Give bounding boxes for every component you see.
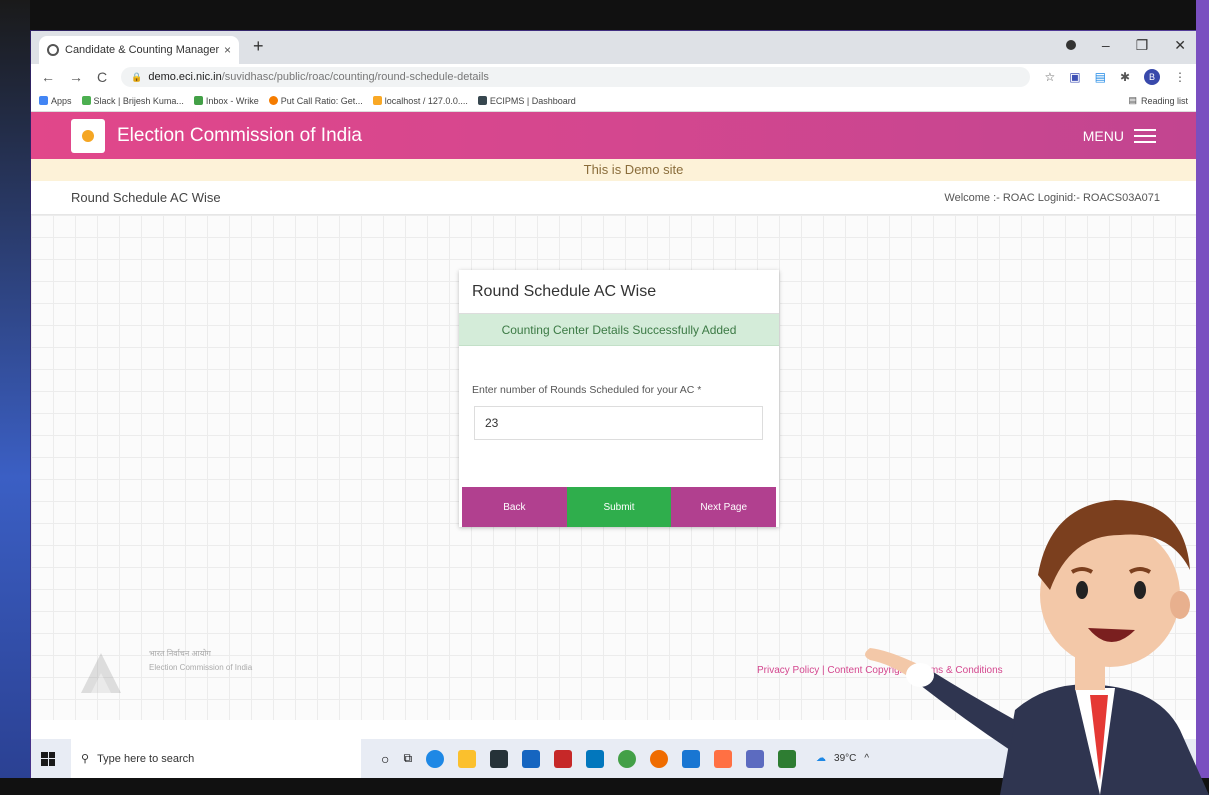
back-arrow-icon[interactable]: ← bbox=[41, 69, 55, 85]
card-title: Round Schedule AC Wise bbox=[459, 270, 779, 314]
excel-icon[interactable] bbox=[778, 749, 797, 768]
profile-avatar[interactable]: B bbox=[1144, 69, 1160, 85]
bookmark-localhost[interactable]: localhost / 127.0.0.... bbox=[372, 96, 468, 106]
reading-list[interactable]: ▤ Reading list bbox=[1128, 95, 1188, 106]
submit-button[interactable]: Submit bbox=[566, 487, 672, 527]
forward-arrow-icon[interactable]: → bbox=[69, 69, 83, 85]
menu-label: MENU bbox=[1082, 127, 1124, 144]
mail-icon[interactable] bbox=[586, 749, 605, 768]
app-icon[interactable] bbox=[682, 749, 701, 768]
bookmarks-bar: Apps Slack | Brijesh Kuma... Inbox - Wri… bbox=[31, 90, 1196, 112]
tab-bar: Candidate & Counting Manager × + – ❐ ✕ bbox=[31, 31, 1196, 64]
taskbar-search-placeholder: Type here to search bbox=[97, 752, 195, 765]
window-controls: – ❐ ✕ bbox=[1065, 37, 1186, 54]
weather-icon[interactable]: ☁ bbox=[816, 753, 826, 764]
bookmark-slack[interactable]: Slack | Brijesh Kuma... bbox=[81, 96, 184, 106]
success-alert: Counting Center Details Successfully Add… bbox=[459, 314, 779, 346]
footer-org-hindi: भारत निर्वाचन आयोग bbox=[149, 649, 211, 658]
close-window-icon[interactable]: ✕ bbox=[1174, 37, 1186, 54]
url-host: demo.eci.nic.in bbox=[148, 71, 222, 83]
site-brand: Election Commission of India bbox=[117, 124, 362, 146]
footer-emblem-icon bbox=[81, 653, 121, 693]
logo-emblem-icon bbox=[82, 129, 94, 142]
next-page-button[interactable]: Next Page bbox=[671, 487, 777, 527]
app-icon[interactable] bbox=[714, 749, 733, 768]
welcome-text: Welcome :- ROAC Loginid:- ROACS03A071 bbox=[944, 191, 1160, 204]
edge-icon[interactable] bbox=[426, 749, 445, 768]
taskbar-apps: ○ ⧉ bbox=[381, 749, 797, 768]
round-schedule-card: Round Schedule AC Wise Counting Center D… bbox=[459, 270, 779, 527]
record-icon[interactable] bbox=[1065, 40, 1076, 50]
presenter-cartoon bbox=[865, 500, 1209, 795]
bookmark-ecipms[interactable]: ECIPMS | Dashboard bbox=[477, 96, 576, 106]
page-title: Round Schedule AC Wise bbox=[71, 190, 221, 205]
puzzle-icon[interactable]: ✱ bbox=[1120, 70, 1130, 84]
eci-logo[interactable] bbox=[71, 118, 105, 153]
site-header: Election Commission of India MENU bbox=[31, 112, 1196, 159]
address-bar-row: ← → C 🔒 demo.eci.nic.in /suvidhasc/publi… bbox=[31, 64, 1196, 90]
footer-org: भारत निर्वाचन आयोग Election Commission o… bbox=[149, 647, 252, 675]
back-button[interactable]: Back bbox=[462, 487, 567, 527]
more-menu-icon[interactable]: ⋮ bbox=[1174, 70, 1186, 84]
lock-icon: 🔒 bbox=[131, 71, 143, 82]
bookmark-wrike[interactable]: Inbox - Wrike bbox=[193, 96, 259, 106]
dashboard-icon bbox=[477, 96, 487, 105]
tab-favicon-icon bbox=[47, 44, 59, 56]
hamburger-icon bbox=[1134, 128, 1156, 143]
app-icon[interactable] bbox=[522, 749, 541, 768]
browser-tab[interactable]: Candidate & Counting Manager × bbox=[39, 36, 239, 64]
extensions-area: ☆ ▣ ▤ ✱ B ⋮ bbox=[1044, 69, 1186, 85]
file-explorer-icon[interactable] bbox=[458, 749, 477, 768]
new-tab-button[interactable]: + bbox=[253, 36, 264, 57]
slack-icon bbox=[81, 96, 91, 105]
cortana-icon[interactable]: ○ bbox=[381, 751, 389, 767]
url-path: /suvidhasc/public/roac/counting/round-sc… bbox=[221, 71, 489, 83]
circle-icon bbox=[268, 96, 278, 105]
rounds-field-label: Enter number of Rounds Scheduled for you… bbox=[472, 384, 702, 396]
search-icon: ⚲ bbox=[81, 753, 90, 765]
page-subheader: Round Schedule AC Wise Welcome :- ROAC L… bbox=[31, 181, 1196, 215]
menu-button[interactable]: MENU bbox=[1083, 128, 1156, 144]
reload-icon[interactable]: C bbox=[97, 69, 107, 85]
card-actions: Back Submit Next Page bbox=[462, 487, 777, 527]
frame-top bbox=[0, 0, 1209, 30]
apps-grid-icon bbox=[39, 96, 48, 105]
reading-list-icon: ▤ bbox=[1128, 95, 1137, 105]
firefox-icon[interactable] bbox=[650, 749, 669, 768]
security-icon[interactable] bbox=[554, 749, 573, 768]
bookmark-put-call[interactable]: Put Call Ratio: Get... bbox=[268, 96, 363, 106]
demo-banner: This is Demo site bbox=[31, 159, 1196, 181]
app-icon[interactable] bbox=[746, 749, 765, 768]
bookmark-apps[interactable]: Apps bbox=[39, 96, 72, 106]
task-view-icon[interactable]: ⧉ bbox=[403, 751, 412, 766]
check-icon bbox=[193, 96, 203, 105]
chrome-icon[interactable] bbox=[618, 749, 637, 768]
tab-title: Candidate & Counting Manager bbox=[65, 44, 220, 56]
restore-icon[interactable]: ❐ bbox=[1136, 37, 1149, 54]
tab-close-icon[interactable]: × bbox=[224, 43, 231, 57]
store-icon[interactable] bbox=[490, 749, 509, 768]
footer-org-en: Election Commission of India bbox=[149, 663, 253, 672]
minimize-icon[interactable]: – bbox=[1102, 37, 1110, 54]
extension-icon[interactable]: ▣ bbox=[1069, 70, 1080, 84]
extension-icon[interactable]: ▤ bbox=[1095, 70, 1106, 84]
windows-start-icon[interactable] bbox=[41, 751, 55, 766]
chart-icon bbox=[372, 96, 382, 105]
star-icon[interactable]: ☆ bbox=[1044, 70, 1055, 84]
taskbar-search[interactable]: ⚲ Type here to search bbox=[71, 739, 361, 778]
rounds-input[interactable]: 23 bbox=[474, 406, 763, 440]
url-field[interactable]: 🔒 demo.eci.nic.in /suvidhasc/public/roac… bbox=[121, 67, 1031, 87]
frame-left bbox=[0, 0, 30, 795]
